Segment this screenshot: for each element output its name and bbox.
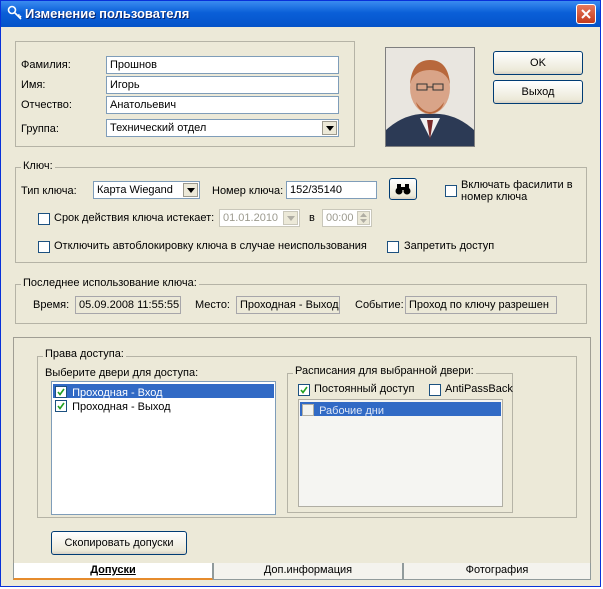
expire-time-spinner[interactable] xyxy=(357,211,370,225)
expire-date-value: 01.01.2010 xyxy=(223,212,279,224)
last-use-place-label: Место: xyxy=(195,299,230,311)
binoculars-icon xyxy=(395,184,411,195)
key-type-combo[interactable]: Карта Wiegand xyxy=(93,181,200,199)
tab-bar: Допуски Доп.информация Фотография xyxy=(13,563,591,581)
check-icon xyxy=(57,388,65,396)
chevron-down-icon xyxy=(287,216,295,221)
close-button[interactable] xyxy=(576,4,596,24)
key-icon xyxy=(7,5,23,21)
exit-button[interactable]: Выход xyxy=(493,80,583,104)
key-type-value: Карта Wiegand xyxy=(97,184,173,196)
lastname-field[interactable]: Прошнов xyxy=(106,56,339,74)
expire-label: Срок действия ключа истекает: xyxy=(54,212,215,224)
spinner-icon xyxy=(360,213,367,223)
expire-date-dropdown-button[interactable] xyxy=(283,211,298,225)
group-value: Технический отдел xyxy=(110,122,207,134)
close-icon xyxy=(581,9,591,19)
antipassback-label: AntiPassBack xyxy=(445,383,513,395)
expire-time-field[interactable]: 00:00 xyxy=(322,209,372,227)
key-number-field[interactable]: 152/35140 xyxy=(286,181,377,199)
title-bar[interactable]: Изменение пользователя xyxy=(1,1,600,27)
chevron-down-icon xyxy=(326,126,334,131)
group-combo[interactable]: Технический отдел xyxy=(106,119,339,137)
key-type-dropdown-button[interactable] xyxy=(183,183,198,197)
disable-autoblock-label: Отключить автоблокировку ключа в случае … xyxy=(54,240,367,252)
schedule-legend: Расписания для выбранной двери: xyxy=(293,365,476,377)
door-name: Проходная - Выход xyxy=(72,401,171,413)
firstname-label: Имя: xyxy=(21,79,46,91)
deny-access-checkbox[interactable] xyxy=(387,241,399,253)
window-title: Изменение пользователя xyxy=(25,6,190,21)
last-use-legend: Последнее использование ключа: xyxy=(21,277,199,289)
permanent-access-label: Постоянный доступ xyxy=(314,383,415,395)
door-item[interactable]: Проходная - Выход xyxy=(53,398,274,413)
door-checkbox[interactable] xyxy=(55,386,67,398)
find-key-button[interactable] xyxy=(389,178,417,200)
patronymic-field[interactable]: Анатольевич xyxy=(106,96,339,114)
expire-time-value: 00:00 xyxy=(326,212,354,224)
schedule-item[interactable]: Рабочие дни xyxy=(300,402,501,417)
key-type-label: Тип ключа: xyxy=(21,185,77,197)
door-item[interactable]: Проходная - Вход xyxy=(53,384,274,399)
portrait-image xyxy=(386,48,474,146)
expire-checkbox[interactable] xyxy=(38,213,50,225)
expire-at-label: в xyxy=(309,212,315,224)
access-legend: Права доступа: xyxy=(43,348,126,360)
schedule-checkbox[interactable] xyxy=(302,404,314,416)
patronymic-label: Отчество: xyxy=(21,99,72,111)
permanent-access-checkbox[interactable] xyxy=(298,384,310,396)
door-checkbox[interactable] xyxy=(55,400,67,412)
doors-label: Выберите двери для доступа: xyxy=(45,367,199,379)
tab-photo[interactable]: Фотография xyxy=(403,563,591,580)
user-photo xyxy=(385,47,475,147)
disable-autoblock-checkbox[interactable] xyxy=(38,241,50,253)
facility-checkbox[interactable] xyxy=(445,185,457,197)
edit-user-window: Изменение пользователя Фамилия: Прошнов … xyxy=(0,0,601,587)
last-use-event-label: Событие: xyxy=(355,299,404,311)
last-use-event-field: Проход по ключу разрешен xyxy=(405,296,557,314)
last-use-time-label: Время: xyxy=(33,299,70,311)
copy-permissions-button[interactable]: Скопировать допуски xyxy=(51,531,187,555)
expire-date-field[interactable]: 01.01.2010 xyxy=(219,209,300,227)
key-legend: Ключ: xyxy=(21,160,55,172)
check-icon xyxy=(300,386,308,394)
key-number-label: Номер ключа: xyxy=(212,185,284,197)
group-dropdown-button[interactable] xyxy=(322,121,337,135)
ok-button[interactable]: OK xyxy=(493,51,583,75)
facility-label: Включать фасилити в номер ключа xyxy=(461,179,573,203)
doors-list[interactable]: Проходная - Вход Проходная - Выход xyxy=(51,381,276,515)
last-use-place-field: Проходная - Выход xyxy=(236,296,340,314)
schedule-name: Рабочие дни xyxy=(319,405,385,417)
chevron-down-icon xyxy=(187,188,195,193)
tab-permissions[interactable]: Допуски xyxy=(13,563,213,580)
schedule-list[interactable]: Рабочие дни xyxy=(298,399,503,507)
lastname-label: Фамилия: xyxy=(21,59,71,71)
firstname-field[interactable]: Игорь xyxy=(106,76,339,94)
check-icon xyxy=(57,402,65,410)
last-use-time-field: 05.09.2008 11:55:55 xyxy=(75,296,181,314)
antipassback-checkbox[interactable] xyxy=(429,384,441,396)
tab-additional-info[interactable]: Доп.информация xyxy=(213,563,403,580)
group-label: Группа: xyxy=(21,123,59,135)
deny-access-label: Запретить доступ xyxy=(404,240,495,252)
